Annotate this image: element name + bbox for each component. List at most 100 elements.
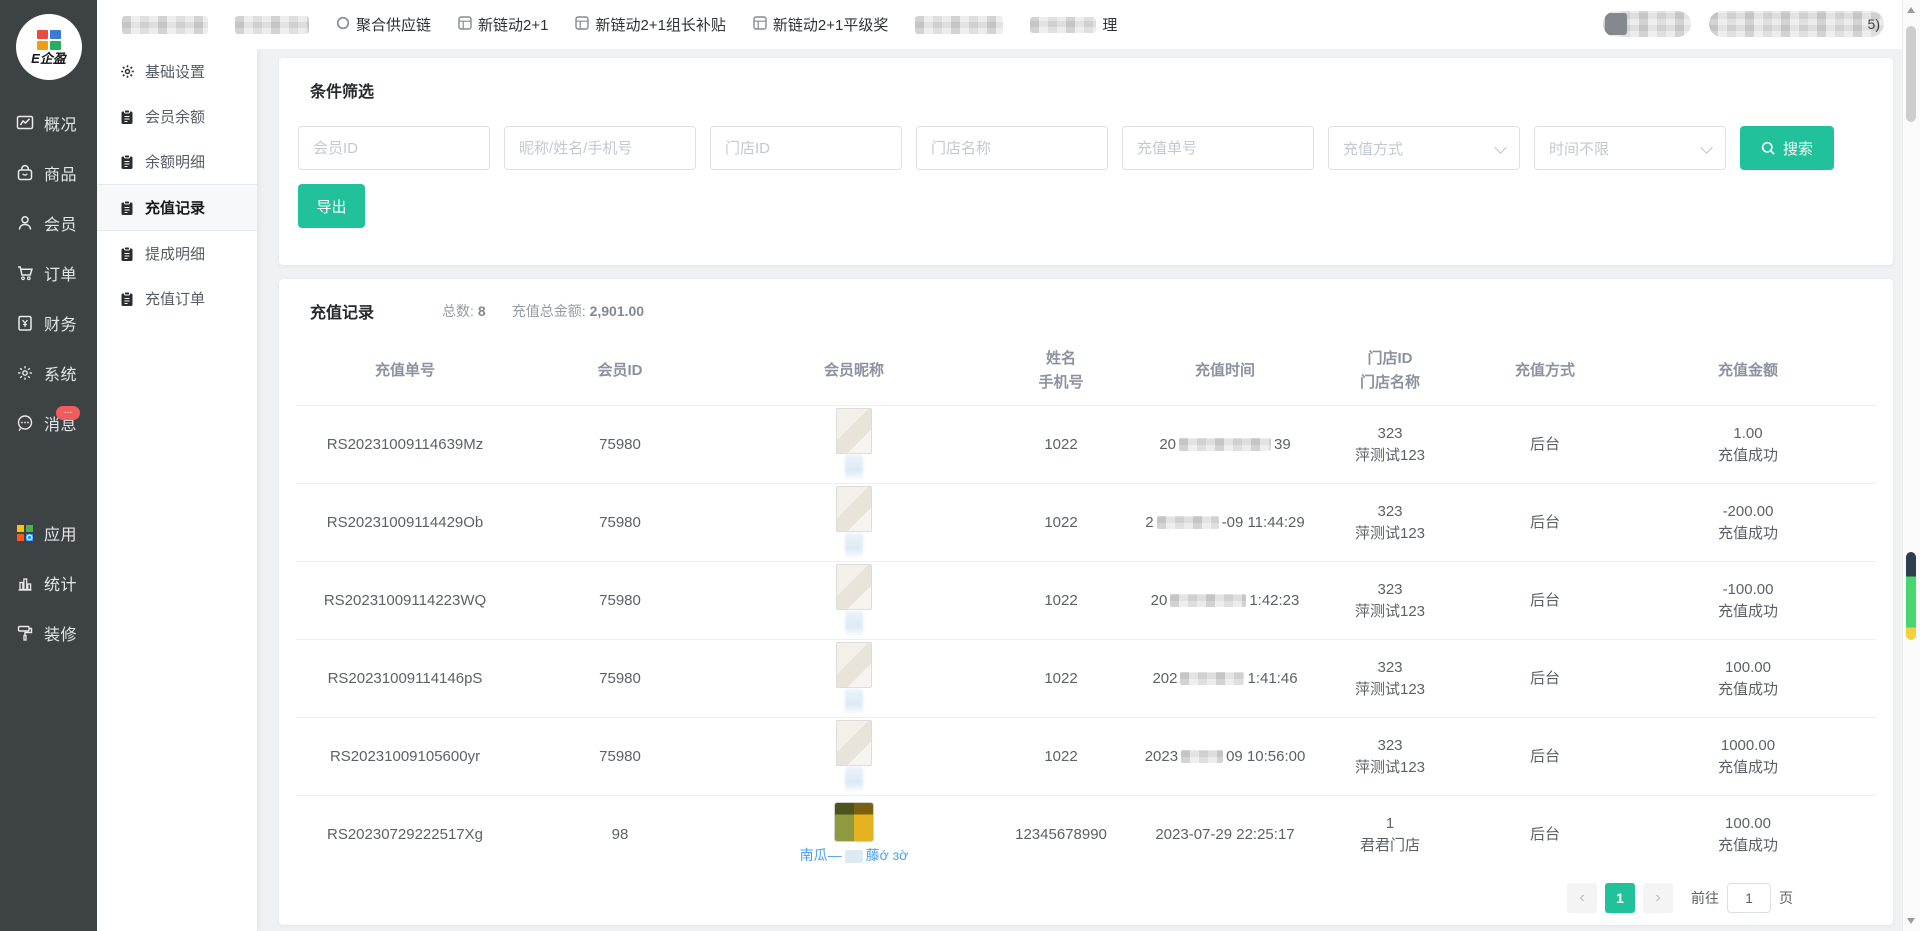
prev-page-button[interactable]: ‹ <box>1567 883 1597 913</box>
topnav-blurred-item[interactable] <box>915 16 1003 34</box>
grid-icon <box>575 16 589 34</box>
member-nickname-link[interactable]: 南瓜—藤ớ ɜờ <box>800 844 909 866</box>
filter-input-recharge-order-no[interactable] <box>1122 126 1314 170</box>
topnav-item[interactable]: 聚合供应链 <box>336 14 431 35</box>
phone-cell: 12345678990 <box>982 824 1140 846</box>
sidebar-item-goods[interactable]: 商品 <box>0 148 97 198</box>
amount-cell: -200.00充值成功 <box>1620 501 1876 545</box>
member-nickname-cell <box>726 718 982 795</box>
recharge-time-cell: 2021:41:46 <box>1140 668 1310 690</box>
topnav-blurred-item[interactable] <box>122 16 208 34</box>
recharge-time-cell: 2039 <box>1140 434 1310 456</box>
topnav-item-partial[interactable]: 理 <box>1030 14 1117 35</box>
member-icon <box>15 213 35 233</box>
column-header: 会员昵称 <box>726 349 982 393</box>
column-header: 充值单号 <box>296 349 514 393</box>
member-avatar <box>835 803 873 841</box>
search-button[interactable]: 搜索 <box>1740 126 1834 170</box>
avatar-smudge <box>845 533 863 559</box>
goto-page-input[interactable] <box>1727 883 1771 913</box>
topnav-item[interactable]: 新链动2+1组长补贴 <box>575 14 725 35</box>
scroll-up-icon[interactable] <box>1907 7 1915 13</box>
filter-select-recharge-method[interactable]: 充值方式 <box>1328 126 1520 170</box>
order-no-cell: RS20231009114146pS <box>296 668 514 690</box>
filter-input-nickname-name-phone[interactable] <box>504 126 696 170</box>
phone-cell: 1022 <box>982 668 1140 690</box>
amount-status: 充值成功 <box>1620 601 1876 623</box>
topnav-blurred-item[interactable] <box>235 16 309 34</box>
clipboard-icon <box>119 246 135 262</box>
filter-input-store-name[interactable] <box>916 126 1108 170</box>
submenu-item-balance-detail[interactable]: 余额明细 <box>97 139 257 184</box>
member-nickname-cell <box>726 562 982 639</box>
sidebar-item-overview[interactable]: 概况 <box>0 98 97 148</box>
store-id: 323 <box>1310 501 1470 523</box>
topnav-item[interactable]: 新链动2+1平级奖 <box>753 14 888 35</box>
filter-input-member-id[interactable] <box>298 126 490 170</box>
order-no-cell: RS20231009105600yr <box>296 746 514 768</box>
filter-input-store-id[interactable] <box>710 126 902 170</box>
scroll-down-icon[interactable] <box>1907 918 1915 924</box>
store-name: 萍测试123 <box>1310 523 1470 545</box>
store-name: 萍测试123 <box>1310 601 1470 623</box>
sidebar-item-finance[interactable]: 财务 <box>0 298 97 348</box>
submenu-item-basic-settings[interactable]: 基础设置 <box>97 49 257 94</box>
submenu-item-recharge-records[interactable]: 充值记录 <box>97 184 257 231</box>
sidebar-item-stats[interactable]: 统计 <box>0 558 97 608</box>
shop-info-pill[interactable]: 5) <box>1709 11 1884 37</box>
member-nickname-cell <box>726 484 982 561</box>
table-row: RS20231009114429Ob7598010222-09 11:44:29… <box>296 483 1876 561</box>
topnav-item-label: 新链动2+1平级奖 <box>773 14 888 35</box>
submenu-item-recharge-orders[interactable]: 充值订单 <box>97 276 257 321</box>
amount-value: -200.00 <box>1620 501 1876 523</box>
scroll-indicator <box>1906 552 1916 640</box>
store-cell: 1君君门店 <box>1310 813 1470 857</box>
topnav: 聚合供应链 新链动2+1 新链动2+1组长补贴 新链动2+1平级奖 理 <box>122 0 1117 49</box>
clipboard-icon <box>119 200 135 216</box>
store-name: 萍测试123 <box>1310 757 1470 779</box>
apps-icon <box>15 523 35 543</box>
submenu-item-label: 充值记录 <box>145 197 205 218</box>
user-account-pill[interactable] <box>1603 11 1691 37</box>
records-stats: 总数:8 充值总金额:2,901.00 <box>442 301 644 321</box>
app-logo[interactable]: E企盈 <box>16 14 82 80</box>
topnav-item-label: 新链动2+1 <box>478 14 548 35</box>
gear-icon <box>119 64 135 79</box>
sidebar-item-member[interactable]: 会员 <box>0 198 97 248</box>
topnav-item[interactable]: 新链动2+1 <box>458 14 548 35</box>
page-unit-label: 页 <box>1779 888 1793 908</box>
store-cell: 323萍测试123 <box>1310 735 1470 779</box>
amount-value: 100.00 <box>1620 813 1876 835</box>
submenu-item-commission-detail[interactable]: 提成明细 <box>97 231 257 276</box>
clipboard-icon <box>119 154 135 170</box>
sidebar-item-system[interactable]: 系统 <box>0 348 97 398</box>
submenu-item-member-balance[interactable]: 会员余额 <box>97 94 257 139</box>
order-no-cell: RS20230729222517Xg <box>296 824 514 846</box>
member-avatar-blurred <box>836 564 872 610</box>
main-sidebar: E企盈 概况商品会员订单财务系统消息... 应用统计装修 <box>0 0 97 931</box>
recharge-time-cell: 201:42:23 <box>1140 590 1310 612</box>
decorate-icon <box>15 623 35 643</box>
store-id: 323 <box>1310 735 1470 757</box>
select-value: 时间不限 <box>1549 138 1609 159</box>
phone-cell: 1022 <box>982 590 1140 612</box>
page-1-button[interactable]: 1 <box>1605 883 1635 913</box>
recharge-method-cell: 后台 <box>1470 668 1620 690</box>
sidebar-item-order[interactable]: 订单 <box>0 248 97 298</box>
scrollbar-thumb[interactable] <box>1906 26 1916 122</box>
table-header: 充值单号会员ID会员昵称姓名手机号充值时间门店ID门店名称充值方式充值金额 <box>296 337 1876 405</box>
redacted-text <box>845 850 863 863</box>
sidebar-item-decorate[interactable]: 装修 <box>0 608 97 658</box>
scrollbar[interactable] <box>1902 0 1920 931</box>
section-marker <box>298 303 302 319</box>
sidebar-item-apps[interactable]: 应用 <box>0 508 97 558</box>
store-id: 323 <box>1310 423 1470 445</box>
export-button[interactable]: 导出 <box>298 184 365 228</box>
goods-icon <box>15 163 35 183</box>
filter-select-time-range[interactable]: 时间不限 <box>1534 126 1726 170</box>
next-page-button[interactable]: › <box>1643 883 1673 913</box>
submenu-item-label: 余额明细 <box>145 151 205 172</box>
member-avatar-blurred <box>836 486 872 532</box>
sidebar-item-message[interactable]: 消息... <box>0 398 97 448</box>
table-row: RS20231009114223WQ759801022201:42:23323萍… <box>296 561 1876 639</box>
